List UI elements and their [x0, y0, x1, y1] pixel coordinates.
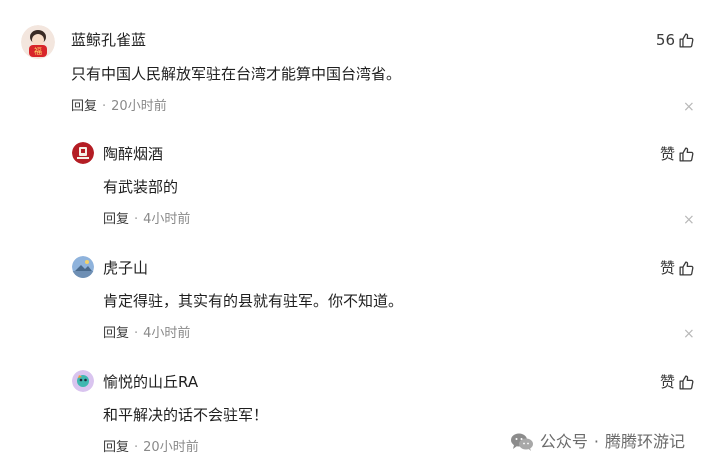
like-label: 赞	[659, 145, 675, 163]
like-label: 赞	[659, 259, 675, 277]
comment-meta: 回复 · 4小时前	[103, 325, 190, 343]
comment-username[interactable]: 陶醉烟酒	[103, 144, 163, 164]
thumbs-up-icon	[679, 260, 694, 276]
meta-separator: ·	[102, 99, 107, 114]
wechat-icon	[510, 433, 533, 451]
comment-username[interactable]: 愉悦的山丘RA	[103, 372, 198, 392]
thumbs-up-icon	[679, 374, 694, 390]
watermark-account: 腾腾环游记	[604, 432, 685, 451]
watermark-prefix: 公众号	[539, 432, 588, 451]
like-label: 赞	[659, 373, 675, 391]
avatar[interactable]	[72, 142, 94, 164]
comment-time: 20小时前	[143, 440, 199, 455]
meta-separator: ·	[134, 326, 139, 341]
comment-username[interactable]: 蓝鲸孔雀蓝	[71, 30, 146, 50]
reply-button[interactable]: 回复	[103, 326, 129, 341]
comment-time: 4小时前	[143, 326, 191, 341]
comment-content: 只有中国人民解放军驻在台湾才能算中国台湾省。	[71, 65, 402, 83]
avatar[interactable]	[72, 370, 94, 392]
close-icon[interactable]: ×	[683, 213, 695, 227]
comment-time: 20小时前	[111, 99, 167, 114]
close-icon[interactable]: ×	[683, 100, 695, 114]
comment-username[interactable]: 虎子山	[103, 258, 148, 278]
comment-meta: 回复 · 20小时前	[71, 98, 167, 116]
like-button[interactable]: 56	[656, 30, 695, 50]
comment-content: 有武装部的	[103, 178, 179, 196]
thumbs-up-icon	[679, 146, 694, 162]
avatar[interactable]: 福	[21, 25, 55, 59]
comment-meta: 回复 · 20小时前	[103, 439, 199, 457]
watermark: 公众号 · 腾腾环游记	[510, 432, 685, 452]
reply-button[interactable]: 回复	[103, 212, 129, 227]
close-icon[interactable]: ×	[683, 327, 695, 341]
reply-button[interactable]: 回复	[103, 440, 129, 455]
comment-content: 肯定得驻，其实有的县就有驻军。你不知道。	[103, 292, 404, 310]
avatar[interactable]	[72, 256, 94, 278]
comment-content: 和平解决的话不会驻军！	[103, 406, 269, 424]
watermark-separator: ·	[593, 432, 599, 451]
like-button[interactable]: 赞	[660, 144, 695, 164]
like-button[interactable]: 赞	[660, 258, 695, 278]
meta-separator: ·	[134, 440, 139, 455]
thumbs-up-icon	[679, 32, 694, 48]
reply-button[interactable]: 回复	[71, 99, 97, 114]
meta-separator: ·	[134, 212, 139, 227]
comment-time: 4小时前	[143, 212, 191, 227]
svg-text:福: 福	[34, 47, 42, 56]
comment-meta: 回复 · 4小时前	[103, 211, 190, 229]
like-button[interactable]: 赞	[660, 372, 695, 392]
like-count: 56	[655, 31, 675, 49]
